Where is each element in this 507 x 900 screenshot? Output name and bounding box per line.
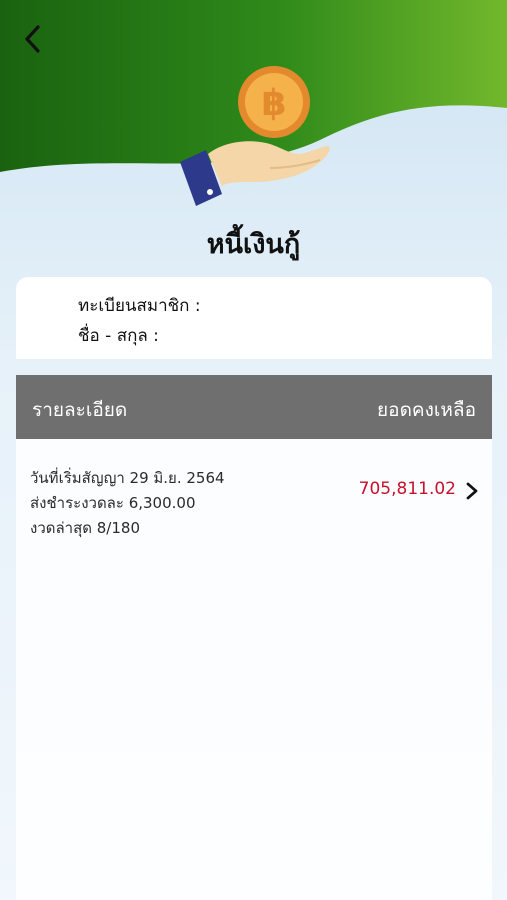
loan-details: วันที่เริ่มสัญญา 29 มิ.ย. 2564 ส่งชำระงว… [30,466,225,541]
back-button[interactable] [16,22,50,56]
loan-balance: 705,811.02 [358,479,456,499]
column-header-detail: รายละเอียด [32,399,128,421]
svg-text:฿: ฿ [261,83,286,124]
hand-with-baht-coin-icon: ฿ [180,66,330,206]
loan-list: รายละเอียด ยอดคงเหลือ วันที่เริ่มสัญญา 2… [16,375,492,900]
member-info-card: ทะเบียนสมาชิก : ชื่อ - สกุล : [16,277,492,359]
loan-start-date: วันที่เริ่มสัญญา 29 มิ.ย. 2564 [30,469,225,487]
loan-row[interactable]: วันที่เริ่มสัญญา 29 มิ.ย. 2564 ส่งชำระงว… [16,439,492,549]
chevron-right-icon[interactable] [462,481,482,501]
member-name-label: ชื่อ - สกุล : [78,326,159,346]
loan-installment: ส่งชำระงวดละ 6,300.00 [30,494,196,512]
table-header: รายละเอียด ยอดคงเหลือ [16,375,492,439]
loan-latest-installment: งวดล่าสุด 8/180 [30,519,140,537]
chevron-left-icon [25,25,40,53]
member-id-label: ทะเบียนสมาชิก : [78,296,201,316]
page-title: หนี้เงินกู้ [206,229,301,260]
column-header-balance: ยอดคงเหลือ [377,399,476,421]
